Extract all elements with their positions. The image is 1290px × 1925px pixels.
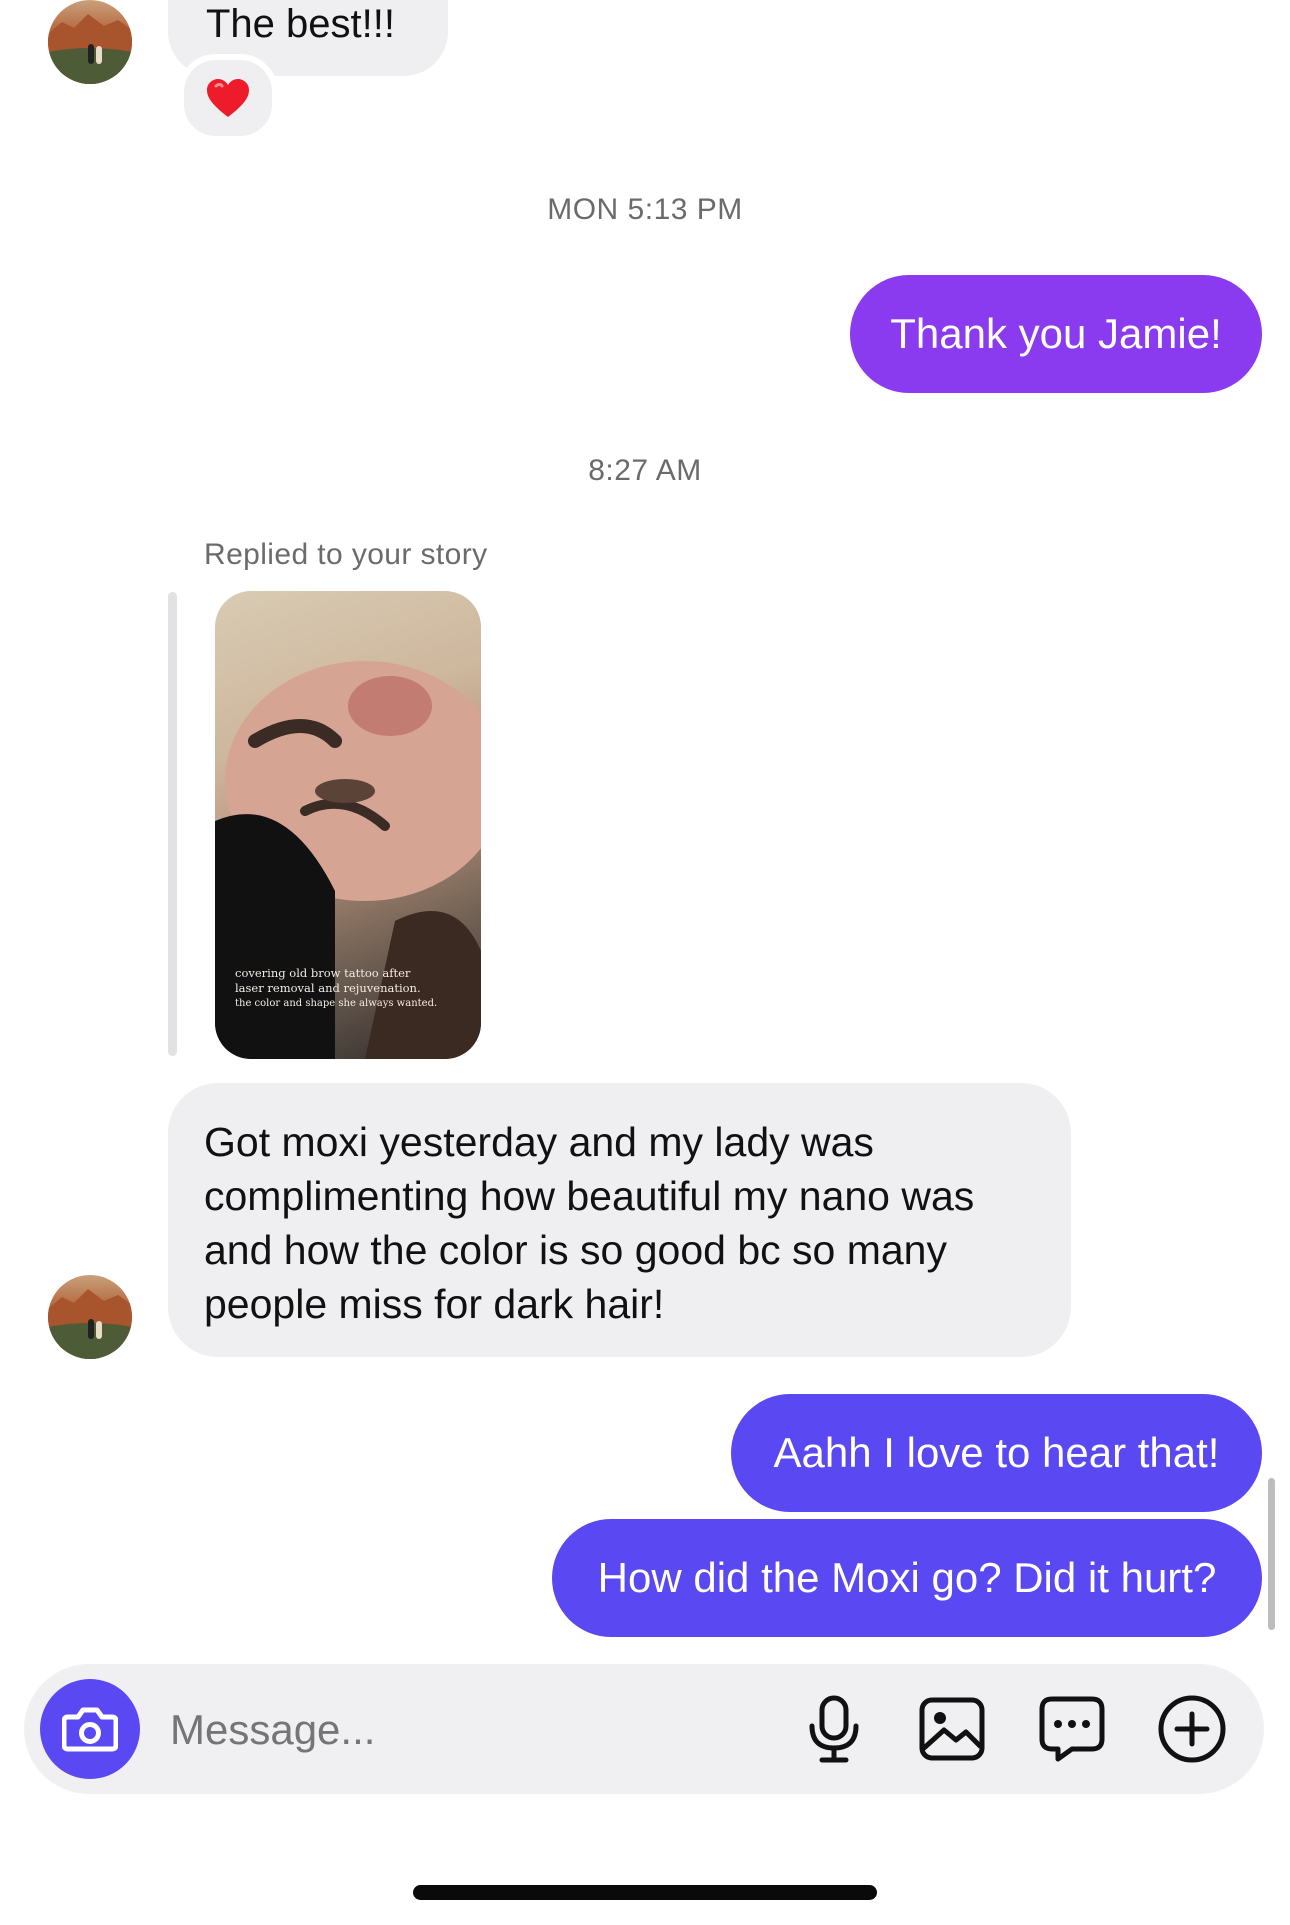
story-caption-line: the color and shape she always wanted. <box>235 998 438 1009</box>
story-thumbnail[interactable]: covering old brow tattoo after laser rem… <box>215 591 481 1059</box>
message-text: The best!!! <box>206 2 395 46</box>
message-text-line: Got moxi yesterday and my lady was <box>204 1119 874 1165</box>
reaction-badge[interactable] <box>178 54 278 142</box>
timestamp: MON 5:13 PM <box>547 193 743 226</box>
sticker-button[interactable] <box>1032 1689 1112 1769</box>
heart-icon <box>207 79 249 117</box>
timestamp: 8:27 AM <box>588 454 702 487</box>
gallery-icon <box>919 1697 985 1761</box>
camera-button[interactable] <box>40 1679 140 1779</box>
message-bubble-incoming[interactable]: Got moxi yesterday and my lady was compl… <box>168 1083 1071 1357</box>
message-text: How did the Moxi go? Did it hurt? <box>597 1554 1217 1601</box>
message-bubble-outgoing[interactable]: How did the Moxi go? Did it hurt? <box>552 1519 1262 1637</box>
microphone-button[interactable] <box>794 1689 874 1769</box>
plus-icon <box>1158 1695 1226 1763</box>
camera-icon <box>62 1707 118 1752</box>
plus-button[interactable] <box>1152 1689 1232 1769</box>
scrollbar[interactable] <box>1268 1478 1275 1630</box>
story-caption-line: laser removal and rejuvenation. <box>235 981 421 995</box>
avatar[interactable] <box>48 0 132 84</box>
message-bubble-outgoing[interactable]: Thank you Jamie! <box>850 275 1262 393</box>
message-text: Thank you Jamie! <box>890 310 1222 357</box>
avatar[interactable] <box>48 1275 132 1359</box>
message-text: Aahh I love to hear that! <box>773 1429 1220 1476</box>
story-reply-bar <box>168 592 177 1056</box>
story-caption: covering old brow tattoo after laser rem… <box>235 966 461 1011</box>
message-text-line: complimenting how beautiful my nano was <box>204 1173 975 1219</box>
microphone-icon <box>809 1695 859 1763</box>
story-caption-line: covering old brow tattoo after <box>235 966 411 980</box>
sticker-icon <box>1039 1696 1105 1762</box>
story-reply-label: Replied to your story <box>204 538 488 571</box>
gallery-button[interactable] <box>912 1689 992 1769</box>
message-text-line: and how the color is so good bc so many <box>204 1227 947 1273</box>
home-indicator <box>413 1885 877 1900</box>
message-input[interactable] <box>168 1694 752 1766</box>
message-composer <box>24 1664 1264 1794</box>
message-text-line: people miss for dark hair! <box>204 1281 665 1327</box>
message-bubble-outgoing[interactable]: Aahh I love to hear that! <box>731 1394 1262 1512</box>
